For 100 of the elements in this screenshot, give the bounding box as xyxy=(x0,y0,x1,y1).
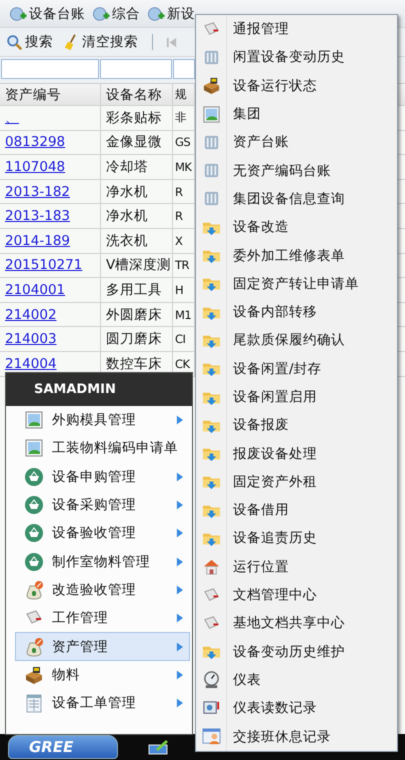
module-tab[interactable]: 新设 xyxy=(146,4,197,22)
menu-item[interactable]: 仪表读数记录 xyxy=(196,694,397,722)
money-bag-icon xyxy=(24,636,44,657)
asset-link[interactable]: 、 xyxy=(5,108,19,127)
menu-item[interactable]: 运行位置 xyxy=(196,552,397,581)
table-cell: 多用工具 xyxy=(106,280,162,299)
menu-item[interactable]: 设备闲置启用 xyxy=(196,382,397,412)
filter-field[interactable] xyxy=(1,59,99,79)
menu-item[interactable]: 尾款质保履约确认 xyxy=(196,326,397,355)
asset-link[interactable]: 201510271 xyxy=(5,257,82,274)
menu-item[interactable]: 通报管理 xyxy=(196,15,397,44)
menu-item[interactable]: 交接班休息记录 xyxy=(196,722,397,751)
menu-item[interactable]: 工装物料编码申请单 xyxy=(15,434,190,463)
filter-field[interactable] xyxy=(100,59,172,79)
asset-link[interactable]: 214002 xyxy=(5,306,57,323)
menu-item[interactable]: 委外加工维修表单 xyxy=(196,241,397,270)
module-tab[interactable]: 综合 xyxy=(91,4,142,22)
table-cell: CK xyxy=(175,356,190,371)
menu-item[interactable]: 设备追责历史 xyxy=(196,524,397,553)
menu-item[interactable]: 文档管理中心 xyxy=(196,580,397,610)
asset-link[interactable]: 214004 xyxy=(5,356,57,372)
table-cell: 冷却塔 xyxy=(106,158,148,176)
column-header[interactable]: 设备名称 xyxy=(101,84,173,105)
menu-item[interactable]: 设备采购管理 xyxy=(15,490,190,520)
asset-link[interactable]: 2014-189 xyxy=(5,232,70,249)
menu-item[interactable]: 基地文档共享中心 xyxy=(196,609,397,638)
menu-item[interactable]: 固定资产外租 xyxy=(196,468,397,496)
table-cell: 数控车床 xyxy=(106,354,162,373)
basket-icon xyxy=(24,466,44,487)
image-icon xyxy=(24,438,44,458)
table-cell: GS xyxy=(175,135,190,150)
pen-screen-icon[interactable] xyxy=(148,739,170,755)
globe-plus-icon xyxy=(148,6,165,20)
menu-item[interactable]: 设备工单管理 xyxy=(15,688,190,718)
menu-item[interactable]: 集团设备信息查询 xyxy=(196,184,397,214)
menu-item[interactable]: 设备借用 xyxy=(196,496,397,524)
user-name: SAMADMIN xyxy=(6,373,192,406)
column-header[interactable]: 资产编号 xyxy=(0,84,101,105)
asset-link[interactable]: 2104001 xyxy=(5,282,66,298)
menu-item[interactable]: 设备内部转移 xyxy=(196,298,397,326)
menu-item[interactable]: 资产台账 xyxy=(196,128,397,156)
menu-item[interactable]: 工作管理 xyxy=(15,604,190,632)
globe-plus-icon xyxy=(93,6,110,20)
menu-item[interactable]: 仪表 xyxy=(196,666,397,694)
menu-item[interactable]: 制作室物料管理 xyxy=(15,547,190,576)
basket-icon xyxy=(24,552,44,572)
menu-item[interactable]: 设备运行状态 xyxy=(196,72,397,100)
table-cell: R xyxy=(175,184,182,199)
asset-link[interactable]: 1107048 xyxy=(5,158,66,175)
table-cell: 净水机 xyxy=(106,207,148,226)
asset-link[interactable]: 214003 xyxy=(5,331,57,348)
box-icon xyxy=(202,76,220,96)
image-icon xyxy=(24,410,44,430)
spreadsheet-icon xyxy=(24,693,44,714)
globe-plus-icon xyxy=(10,6,27,20)
basket-icon xyxy=(24,523,44,544)
menu-item[interactable]: 改造验收管理 xyxy=(15,576,190,604)
filter-field[interactable] xyxy=(173,59,195,79)
asset-link[interactable]: 2013-182 xyxy=(5,184,70,200)
menu-item[interactable]: 设备报废 xyxy=(196,411,397,440)
table-cell: V槽深度测 xyxy=(106,256,172,274)
menu-item[interactable]: 无资产编码台账 xyxy=(196,156,397,185)
table-cell: X xyxy=(175,234,182,248)
menu-item[interactable]: 设备闲置/封存 xyxy=(196,354,397,383)
first-page-icon[interactable] xyxy=(165,36,178,48)
table-cell: TR xyxy=(175,258,190,272)
menu-item[interactable]: 资产管理 xyxy=(15,632,190,661)
menu-item[interactable]: 物料 xyxy=(15,660,190,689)
menu-item[interactable]: 设备变动历史维护 xyxy=(196,638,397,666)
module-tab[interactable]: 设备台账 xyxy=(8,4,87,22)
money-bag-icon xyxy=(24,580,44,600)
house-icon xyxy=(202,557,220,576)
gauge-icon xyxy=(202,670,220,690)
table-cell: 金像显微 xyxy=(106,133,162,152)
menu-item[interactable]: 设备申购管理 xyxy=(15,462,190,491)
menu-item[interactable]: 闲置设备变动历史 xyxy=(196,43,397,72)
asset-link[interactable]: 2013-183 xyxy=(5,208,70,224)
table-cell: 圆刀磨床 xyxy=(106,330,162,348)
table-cell: CI xyxy=(175,332,186,346)
table-cell: 外圆磨床 xyxy=(106,306,162,324)
toolbar-button[interactable]: 清空搜索 xyxy=(61,33,140,51)
menu-item[interactable]: 设备改造 xyxy=(196,213,397,242)
table-cell: 非 xyxy=(175,110,186,126)
menu-item[interactable]: 外购模具管理 xyxy=(15,406,190,434)
menu-item[interactable]: 集团 xyxy=(196,100,397,128)
table-cell: 彩条贴标 xyxy=(106,108,162,127)
toolbar-button[interactable]: 搜索 xyxy=(4,33,55,51)
image-icon xyxy=(202,104,220,124)
table-cell: MK xyxy=(175,160,192,174)
table-cell: M1 xyxy=(175,308,192,322)
search-icon xyxy=(6,34,23,50)
table-cell: H xyxy=(175,282,184,297)
menu-item[interactable]: 固定资产转让申请单 xyxy=(196,270,397,298)
basket-icon xyxy=(24,495,44,516)
start-button[interactable]: GREE xyxy=(8,735,118,759)
menu-item[interactable]: 报废设备处理 xyxy=(196,439,397,468)
box-icon xyxy=(24,664,44,685)
table-cell: R xyxy=(175,209,182,224)
asset-link[interactable]: 0813298 xyxy=(5,134,66,150)
menu-item[interactable]: 设备验收管理 xyxy=(15,519,190,548)
